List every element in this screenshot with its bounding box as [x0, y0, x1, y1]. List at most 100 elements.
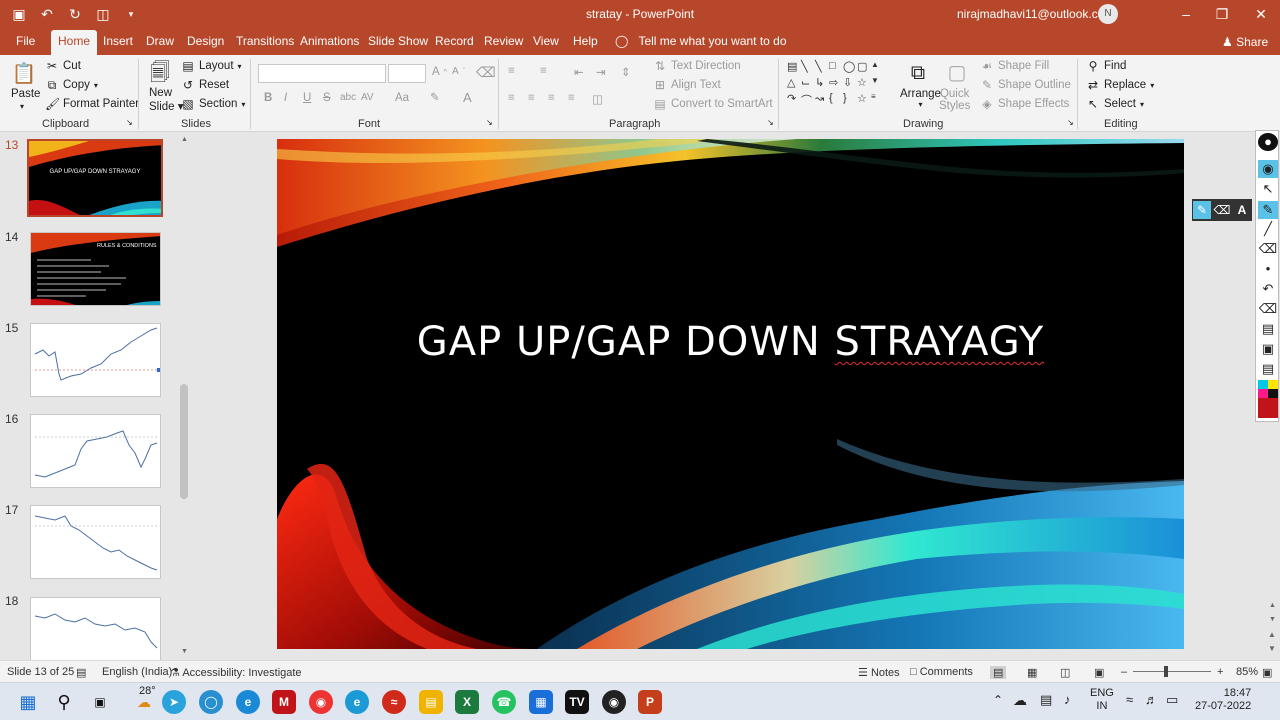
- arc-shape-icon[interactable]: ⌒: [801, 92, 815, 108]
- rectangle-shape-icon[interactable]: □: [829, 60, 843, 76]
- font-name-combo[interactable]: [258, 64, 386, 83]
- layout-button[interactable]: ▤ Layout ▾: [181, 59, 241, 73]
- camera-icon[interactable]: ▣: [1258, 340, 1278, 358]
- grow-font-button[interactable]: A ^: [432, 66, 447, 78]
- slide-sorter-icon[interactable]: ▦: [1027, 666, 1037, 679]
- increase-indent-icon[interactable]: ⇥: [596, 65, 606, 79]
- file-explorer-icon[interactable]: ▤: [419, 690, 443, 714]
- tell-me-search[interactable]: ◯ Tell me what you want to do: [615, 34, 787, 48]
- change-case-button[interactable]: Aa: [395, 92, 409, 104]
- dialog-launcher-icon[interactable]: ↘: [767, 118, 774, 127]
- thumbnail-slide-15[interactable]: [30, 323, 161, 397]
- tab-transitions[interactable]: Transitions: [236, 34, 294, 48]
- replace-button[interactable]: ⇄ Replace ▾: [1086, 78, 1154, 92]
- elbow-connector-icon[interactable]: ⌙: [801, 76, 815, 92]
- more-shapes-icon[interactable]: ▲: [871, 60, 885, 76]
- copy-button[interactable]: ⧉ Copy ▾: [45, 78, 98, 92]
- reset-button[interactable]: ↺ Reset: [181, 78, 229, 92]
- comments-button[interactable]: □ Comments: [910, 666, 973, 678]
- line-tool-icon[interactable]: ╱: [1258, 220, 1278, 238]
- triangle-shape-icon[interactable]: △: [787, 76, 801, 92]
- text-tool-icon[interactable]: A: [1233, 201, 1251, 219]
- line-shape-icon[interactable]: ╲: [801, 60, 815, 76]
- align-center-icon[interactable]: ≡: [528, 92, 535, 104]
- shape-outline-button[interactable]: ✎ Shape Outline: [980, 78, 1071, 92]
- language-indicator[interactable]: English (India): [102, 666, 172, 678]
- highlighter-icon[interactable]: ✎: [1193, 201, 1211, 219]
- shape-effects-button[interactable]: ◈ Shape Effects: [980, 97, 1069, 111]
- excel-icon[interactable]: X: [455, 690, 479, 714]
- highlight-icon[interactable]: ✎: [430, 90, 440, 104]
- justify-icon[interactable]: ≡: [568, 92, 575, 104]
- tab-design[interactable]: Design: [187, 34, 224, 48]
- account-email[interactable]: nirajmadhavi11@outlook.com: [957, 7, 1114, 21]
- zoom-slider-track[interactable]: [1133, 671, 1211, 672]
- clock[interactable]: 18:47 27-07-2022: [1195, 687, 1251, 713]
- tab-view[interactable]: View: [533, 34, 559, 48]
- numbering-icon[interactable]: ≡: [540, 65, 547, 77]
- down-arrow-shape-icon[interactable]: ⇩: [843, 76, 857, 92]
- tab-slide-show[interactable]: Slide Show: [368, 34, 428, 48]
- color-swatch-yellow[interactable]: [1268, 380, 1278, 389]
- thumbnail-slide-18[interactable]: [30, 597, 161, 660]
- mcafee-icon[interactable]: M: [272, 690, 296, 714]
- obs-icon[interactable]: ◉: [602, 690, 626, 714]
- tab-record[interactable]: Record: [435, 34, 474, 48]
- paste-icon[interactable]: 📋: [9, 59, 39, 89]
- task-view-icon[interactable]: ▣: [88, 690, 112, 714]
- spelling-icon[interactable]: ▤: [76, 666, 86, 679]
- slide-scrollbar[interactable]: ▲ ▼ ▲ ▼: [1266, 422, 1280, 660]
- curved-arrow-icon[interactable]: ↝: [815, 92, 829, 108]
- tab-file[interactable]: File: [16, 34, 35, 48]
- curve-shape-icon[interactable]: ↷: [787, 92, 801, 108]
- font-color-icon[interactable]: A: [463, 90, 472, 105]
- pdf-reader-icon[interactable]: ≈: [382, 690, 406, 714]
- scroll-down-icon[interactable]: ▼: [1269, 616, 1276, 623]
- oval-shape-icon[interactable]: ◯: [843, 60, 857, 76]
- accessibility-status[interactable]: ⚗ Accessibility: Investigate: [170, 666, 302, 679]
- pen-tool-icon[interactable]: ✎: [1258, 201, 1278, 219]
- thumbnail-slide-14[interactable]: RULES & CONDITIONS: [30, 232, 161, 306]
- share-button[interactable]: ♟ Share: [1222, 35, 1268, 49]
- dot-icon[interactable]: ●: [1258, 260, 1278, 278]
- whiteboard-icon[interactable]: ▤: [1258, 320, 1278, 338]
- tab-review[interactable]: Review: [484, 34, 523, 48]
- vpn-icon[interactable]: ◯: [199, 690, 223, 714]
- reading-view-icon[interactable]: ◫: [1060, 666, 1070, 679]
- scroll-down-icon[interactable]: ▼: [181, 648, 188, 655]
- search-icon[interactable]: ⚲: [52, 690, 76, 714]
- quick-styles-icon[interactable]: ▢: [942, 58, 972, 88]
- wifi-icon[interactable]: ≈: [1126, 692, 1133, 707]
- expand-gallery-icon[interactable]: ≡: [871, 92, 885, 108]
- normal-view-icon[interactable]: ▤: [990, 666, 1007, 679]
- clear-formatting-icon[interactable]: ⌫: [476, 64, 496, 81]
- scroll-up-icon[interactable]: ▲: [1269, 602, 1276, 609]
- shape-fill-button[interactable]: ☙ Shape Fill: [980, 59, 1050, 73]
- find-button[interactable]: ⚲ Find: [1086, 59, 1127, 73]
- color-swatch-black[interactable]: [1268, 389, 1278, 398]
- slideshow-view-icon[interactable]: ▣: [1094, 666, 1104, 679]
- thumbnail-slide-16[interactable]: [30, 414, 161, 488]
- zoom-in-icon[interactable]: +: [1217, 666, 1223, 678]
- zoom-out-icon[interactable]: –: [1121, 666, 1127, 678]
- thumbnail-slide-17[interactable]: [30, 505, 161, 579]
- star-shape-icon[interactable]: ☆: [857, 92, 871, 108]
- rounded-rect-shape-icon[interactable]: ▢: [857, 60, 871, 76]
- brace-shape-icon[interactable]: }: [843, 92, 857, 108]
- color-swatch-cyan[interactable]: [1258, 380, 1268, 389]
- pin-icon[interactable]: ●: [1258, 133, 1278, 151]
- thumbnail-scrollbar[interactable]: ▲ ▼: [178, 132, 192, 660]
- new-slide-button[interactable]: New Slide ▾: [149, 87, 184, 113]
- arrange-button[interactable]: Arrange ▾: [900, 88, 941, 109]
- elbow-connector-icon[interactable]: ↳: [815, 76, 829, 92]
- bullets-icon[interactable]: ≡: [508, 65, 515, 77]
- text-direction-button[interactable]: ⇅ Text Direction: [653, 59, 741, 73]
- dialog-launcher-icon[interactable]: ↘: [486, 118, 493, 127]
- scroll-up-icon[interactable]: ▲: [181, 136, 188, 143]
- more-shapes-icon[interactable]: ▼: [871, 76, 885, 92]
- align-text-button[interactable]: ⊞ Align Text: [653, 78, 721, 92]
- previous-slide-icon[interactable]: ▲: [1268, 630, 1276, 639]
- telegram-icon[interactable]: ➤: [162, 690, 186, 714]
- battery-icon[interactable]: ▭: [1166, 692, 1178, 708]
- pointer-icon[interactable]: ↖: [1258, 180, 1278, 198]
